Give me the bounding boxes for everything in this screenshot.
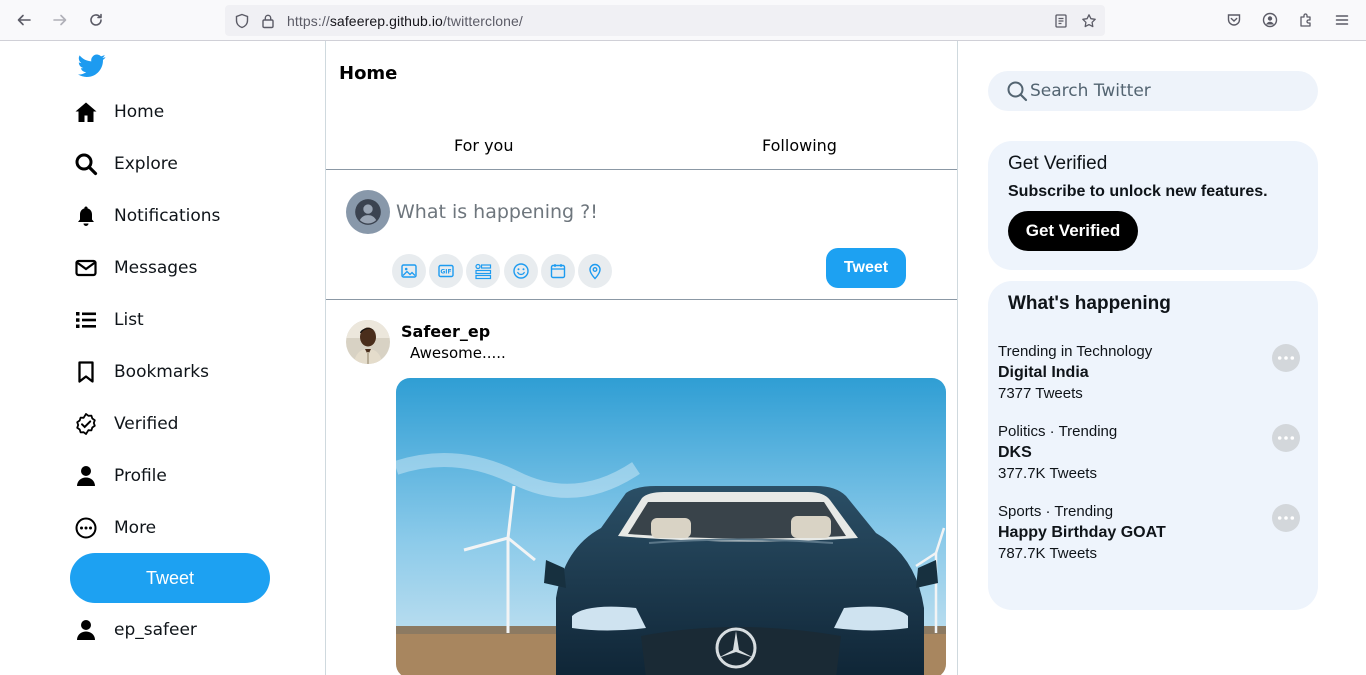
main-timeline: Home For you Following GIF Tweet Safeer (325, 41, 958, 675)
bookmark-icon (72, 358, 100, 386)
trend-name: DKS (998, 444, 1032, 461)
left-sidebar: Home Explore Notifications Messages List… (0, 41, 325, 675)
reader-view-icon[interactable] (1051, 11, 1071, 31)
pocket-icon[interactable] (1222, 8, 1246, 32)
post-image[interactable] (396, 378, 946, 675)
search-icon (1007, 81, 1028, 102)
trend-category: Trending in Technology (998, 343, 1153, 360)
get-verified-card: Get Verified Subscribe to unlock new fea… (988, 141, 1318, 270)
more-circle-icon (72, 514, 100, 542)
page-title: Home (339, 63, 398, 84)
trend-category: Sports · Trending (998, 503, 1114, 520)
account-name: ep_safeer (114, 620, 197, 640)
post-text: Awesome..... (410, 344, 506, 362)
forward-icon[interactable] (48, 8, 72, 32)
tab-for-you[interactable]: For you (454, 136, 513, 155)
sidebar-item-bookmarks[interactable]: Bookmarks (72, 352, 209, 392)
tweet-button[interactable]: Tweet (70, 553, 270, 603)
get-verified-button[interactable]: Get Verified (1008, 211, 1138, 251)
trend-count: 377.7K Tweets (998, 465, 1097, 482)
more-icon[interactable] (1272, 504, 1300, 532)
home-icon (72, 98, 100, 126)
sidebar-item-label: Explore (114, 154, 178, 174)
sidebar-item-explore[interactable]: Explore (72, 144, 178, 184)
sidebar-item-home[interactable]: Home (72, 92, 164, 132)
tab-following[interactable]: Following (762, 136, 837, 155)
sidebar-item-messages[interactable]: Messages (72, 248, 197, 288)
shield-icon[interactable] (233, 12, 251, 30)
trend-count: 787.7K Tweets (998, 545, 1097, 562)
url-text: https://safeerep.github.io/twitterclone/ (287, 13, 523, 29)
sidebar-item-label: Bookmarks (114, 362, 209, 382)
account-icon[interactable] (1258, 8, 1282, 32)
compose-tweet-button[interactable]: Tweet (826, 248, 906, 288)
bell-icon (72, 202, 100, 230)
schedule-icon[interactable] (541, 254, 575, 288)
more-icon[interactable] (1272, 424, 1300, 452)
trend-name: Digital India (998, 364, 1089, 381)
url-path: /twitterclone/ (442, 12, 523, 29)
sidebar-item-notifications[interactable]: Notifications (72, 196, 220, 236)
avatar[interactable] (346, 190, 390, 234)
bookmark-star-icon[interactable] (1079, 11, 1099, 31)
more-icon[interactable] (1272, 344, 1300, 372)
extensions-icon[interactable] (1294, 8, 1318, 32)
sidebar-item-label: Home (114, 102, 165, 122)
trend-item[interactable]: Politics · Trending DKS 377.7K Tweets (998, 423, 1308, 493)
sidebar-item-verified[interactable]: Verified (72, 404, 178, 444)
trend-count: 7377 Tweets (998, 385, 1083, 402)
post-username[interactable]: Safeer_ep (401, 322, 490, 341)
sidebar-item-label: Notifications (114, 206, 221, 226)
browser-toolbar: https://safeerep.github.io/twitterclone/ (0, 0, 1366, 41)
sidebar-item-profile[interactable]: Profile (72, 456, 167, 496)
search-box[interactable] (988, 71, 1318, 111)
card-title: Get Verified (1008, 153, 1108, 174)
trend-item[interactable]: Trending in Technology Digital India 737… (998, 343, 1308, 413)
url-prefix: https:// (287, 12, 330, 29)
search-icon (72, 150, 100, 178)
trend-name: Happy Birthday GOAT (998, 524, 1166, 541)
back-icon[interactable] (12, 8, 36, 32)
card-subtitle: Subscribe to unlock new features. (1008, 183, 1268, 200)
sidebar-item-list[interactable]: List (72, 300, 144, 340)
user-icon (72, 462, 100, 490)
account-switcher[interactable]: ep_safeer (72, 610, 197, 650)
compose-input[interactable] (396, 197, 876, 227)
sidebar-item-label: More (114, 518, 157, 538)
verified-icon (72, 410, 100, 438)
card-title: What's happening (1008, 293, 1171, 314)
svg-text:GIF: GIF (440, 269, 451, 276)
twitter-logo-icon[interactable] (78, 54, 106, 80)
gif-icon[interactable]: GIF (429, 254, 463, 288)
divider (326, 169, 957, 170)
trend-category: Politics · Trending (998, 423, 1118, 440)
avatar[interactable] (346, 320, 390, 364)
sidebar-item-label: Verified (114, 414, 179, 434)
sidebar-item-label: List (114, 310, 144, 330)
whats-happening-card: What's happening Trending in Technology … (988, 281, 1318, 610)
sidebar-item-label: Profile (114, 466, 167, 486)
menu-icon[interactable] (1330, 8, 1354, 32)
address-bar[interactable]: https://safeerep.github.io/twitterclone/ (225, 5, 1105, 36)
url-host: safeerep.github.io (329, 12, 443, 29)
trend-item[interactable]: Sports · Trending Happy Birthday GOAT 78… (998, 503, 1308, 573)
list-icon (72, 306, 100, 334)
sidebar-item-label: Messages (114, 258, 198, 278)
location-icon[interactable] (578, 254, 612, 288)
lock-icon[interactable] (259, 12, 277, 30)
divider (326, 299, 957, 300)
emoji-icon[interactable] (504, 254, 538, 288)
search-input[interactable] (1030, 81, 1300, 101)
sidebar-item-more[interactable]: More (72, 508, 156, 548)
envelope-icon (72, 254, 100, 282)
user-icon (72, 616, 100, 644)
poll-icon[interactable] (466, 254, 500, 288)
image-icon[interactable] (392, 254, 426, 288)
reload-icon[interactable] (84, 8, 108, 32)
